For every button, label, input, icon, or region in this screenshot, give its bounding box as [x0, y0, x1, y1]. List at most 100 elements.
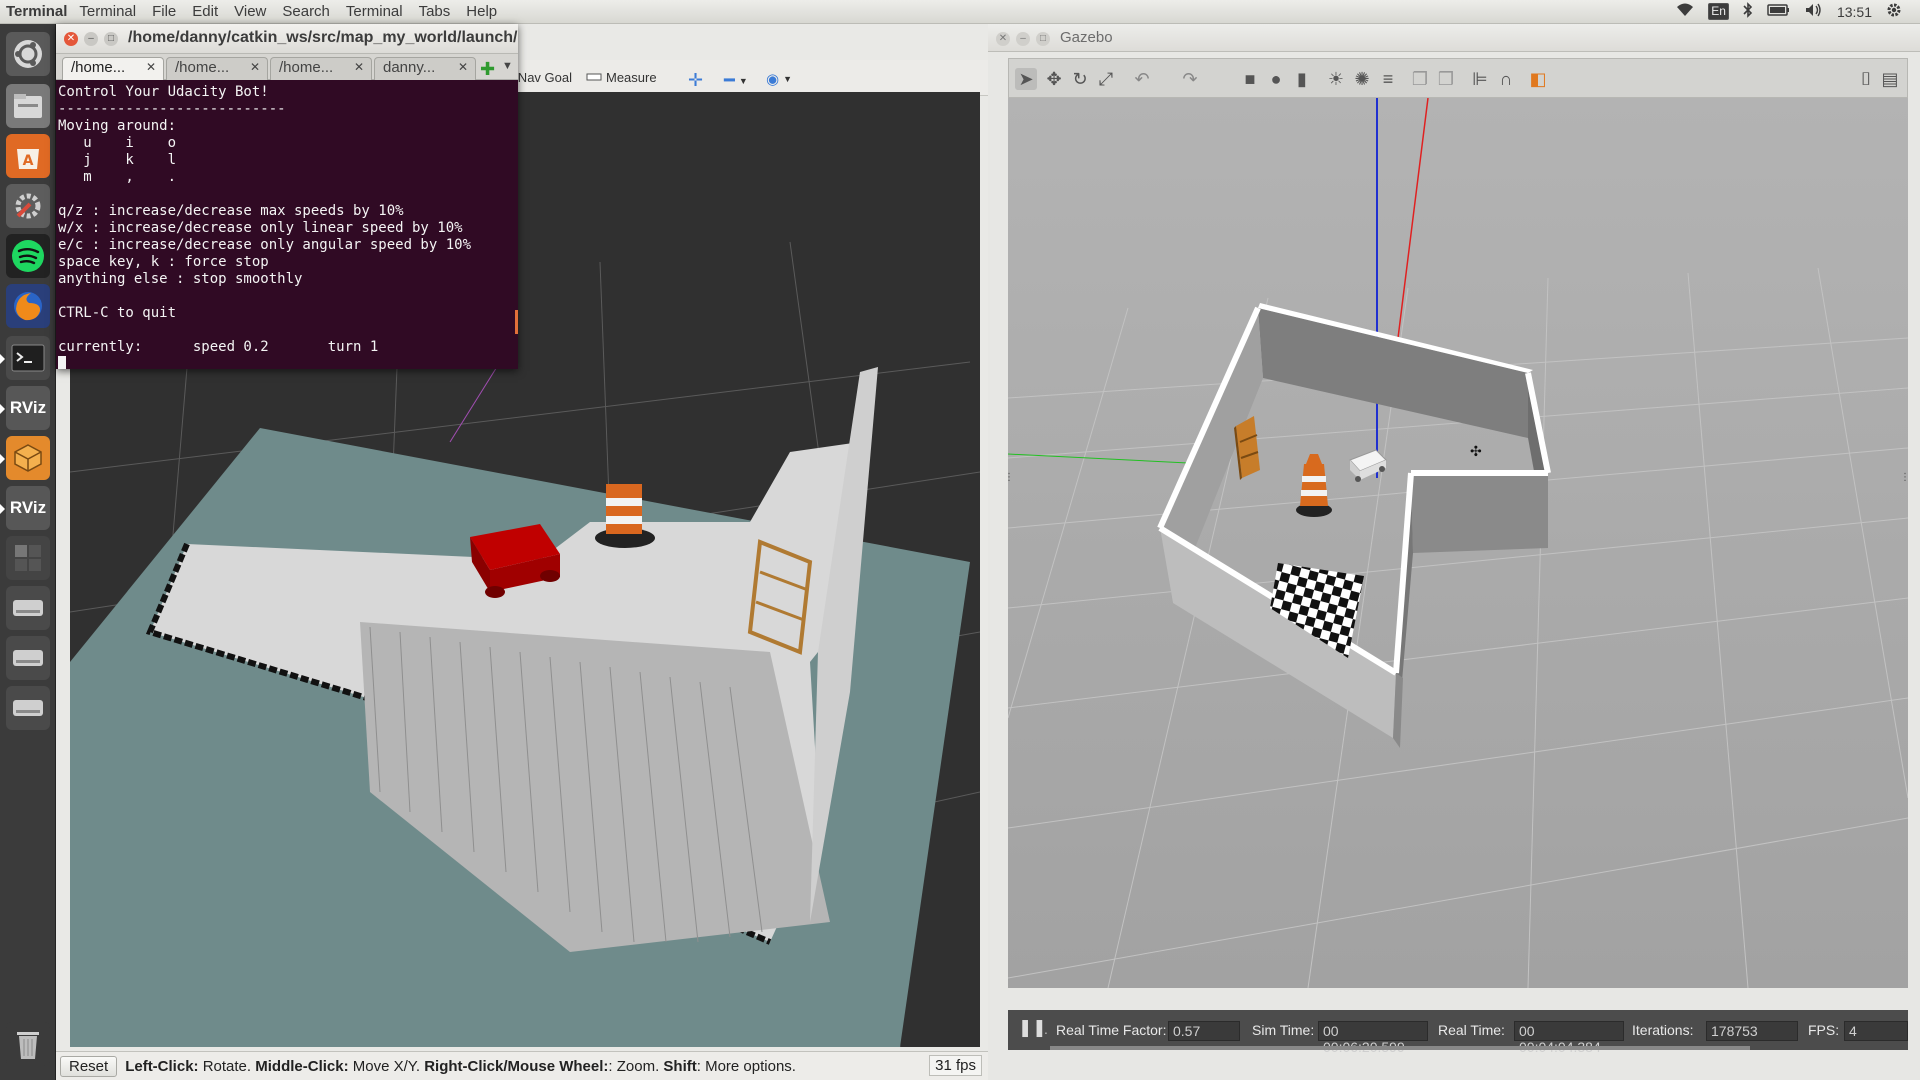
new-tab-icon[interactable]: ✚ — [480, 59, 495, 80]
terminal-tab[interactable]: /home... ✕ — [270, 57, 372, 80]
terminal-line: m , . — [58, 169, 177, 185]
terminal-icon[interactable] — [0, 336, 50, 380]
launcher: A RViz RViz — [0, 24, 56, 1080]
menu-terminal-2[interactable]: Terminal — [338, 3, 411, 20]
menu-file[interactable]: File — [144, 3, 184, 20]
drive-icon[interactable] — [6, 636, 50, 680]
cylinder-shape-icon[interactable]: ▮ — [1291, 68, 1313, 90]
menu-edit[interactable]: Edit — [184, 3, 226, 20]
sim-time-label: Sim Time: — [1252, 1022, 1315, 1038]
minimize-icon[interactable]: – — [84, 32, 98, 46]
bluetooth-icon[interactable] — [1743, 2, 1753, 21]
close-icon[interactable]: ✕ — [64, 32, 78, 46]
ubuntu-logo-icon[interactable] — [6, 32, 50, 76]
snap-icon[interactable]: ∩ — [1495, 68, 1517, 90]
log-icon[interactable]: ▤ — [1879, 68, 1901, 90]
rotate-icon[interactable]: ↻ — [1069, 68, 1091, 90]
battery-icon[interactable] — [1767, 3, 1791, 20]
minimize-icon[interactable]: – — [1016, 32, 1030, 46]
add-tool-button[interactable]: ✛ — [688, 70, 703, 91]
terminal-line: Moving around: — [58, 118, 177, 134]
maximize-icon[interactable]: □ — [1036, 32, 1050, 46]
redo-icon[interactable]: ↷ — [1179, 68, 1201, 90]
drive-icon[interactable] — [6, 586, 50, 630]
middle-click-desc: Move X/Y. — [352, 1057, 421, 1075]
tab-list-chevron-icon[interactable]: ▼ — [502, 60, 513, 72]
terminal-tab[interactable]: /home... ✕ — [62, 57, 164, 80]
terminal-tab[interactable]: danny... ✕ — [374, 57, 476, 80]
view-tool-button[interactable]: ◉ ▼ — [766, 70, 792, 88]
maximize-icon[interactable]: □ — [104, 32, 118, 46]
menu-terminal[interactable]: Terminal — [71, 3, 144, 20]
align-icon[interactable]: ⊫ — [1469, 68, 1491, 90]
scale-icon[interactable]: ⤢ — [1095, 68, 1117, 90]
pause-icon[interactable]: ❚❚ — [1018, 1018, 1047, 1038]
software-center-icon[interactable]: A — [6, 134, 50, 178]
reset-button[interactable]: Reset — [60, 1055, 118, 1077]
gazebo-3d-view[interactable]: ✣ ⋮ ⋮ — [1008, 98, 1908, 988]
screenshot-icon[interactable]: ⌷ — [1855, 68, 1877, 90]
sim-time-value: 00 00:06:20.599 — [1318, 1021, 1428, 1055]
right-panel-handle-icon[interactable]: ⋮ — [1900, 472, 1908, 483]
spotify-icon[interactable] — [6, 234, 50, 278]
left-click-desc: Rotate. — [202, 1057, 252, 1075]
workspace-icon[interactable] — [6, 536, 50, 580]
keyboard-layout-indicator[interactable]: En — [1708, 3, 1729, 20]
firefox-icon[interactable] — [6, 284, 50, 328]
terminal-line: w/x : increase/decrease only linear spee… — [58, 220, 463, 236]
right-click-desc: : Zoom. — [608, 1057, 660, 1075]
close-icon[interactable]: ✕ — [458, 60, 468, 74]
menu-tabs[interactable]: Tabs — [411, 3, 459, 20]
menu-help[interactable]: Help — [458, 3, 505, 20]
menu-search[interactable]: Search — [274, 3, 338, 20]
box-shape-icon[interactable]: ■ — [1239, 68, 1261, 90]
remove-tool-button[interactable]: ━ ▼ — [724, 70, 748, 91]
fps-value: 4 — [1844, 1021, 1908, 1041]
menu-view[interactable]: View — [226, 3, 274, 20]
terminal-tab[interactable]: /home... ✕ — [166, 57, 268, 80]
terminal-output[interactable]: Control Your Udacity Bot! ---------------… — [56, 80, 518, 369]
files-icon[interactable] — [6, 84, 50, 128]
terminal-line: space key, k : force stop — [58, 254, 269, 270]
close-icon[interactable]: ✕ — [354, 60, 364, 74]
chevron-down-icon: ▼ — [783, 74, 793, 84]
volume-icon[interactable] — [1805, 3, 1823, 20]
drive-icon[interactable] — [6, 686, 50, 730]
tab-label: danny... — [383, 59, 436, 76]
step-icon[interactable]: . — [1044, 1021, 1048, 1037]
rviz-icon[interactable]: RViz — [0, 486, 50, 530]
gear-icon[interactable] — [1886, 2, 1902, 21]
terminal-line: CTRL-C to quit — [58, 305, 177, 321]
paste-icon[interactable]: ❒ — [1435, 68, 1457, 90]
gazebo-icon[interactable] — [0, 436, 50, 480]
point-light-icon[interactable]: ☀ — [1325, 68, 1347, 90]
sphere-shape-icon[interactable]: ● — [1265, 68, 1287, 90]
terminal-title: /home/danny/catkin_ws/src/map_my_world/l… — [128, 29, 518, 46]
directional-light-icon[interactable]: ≡ — [1377, 68, 1399, 90]
close-icon[interactable]: ✕ — [146, 60, 156, 74]
translate-icon[interactable]: ✥ — [1043, 68, 1065, 90]
fps-label: FPS: — [1808, 1022, 1840, 1038]
close-icon[interactable]: ✕ — [996, 32, 1010, 46]
terminal-scrollbar[interactable] — [515, 310, 518, 334]
minus-icon: ━ — [724, 70, 735, 90]
system-settings-icon[interactable] — [6, 184, 50, 228]
svg-text:A: A — [23, 153, 34, 169]
left-panel-handle-icon[interactable]: ⋮ — [1008, 472, 1014, 483]
measure-label: Measure — [606, 70, 657, 85]
rviz-icon[interactable]: RViz — [0, 386, 50, 430]
change-view-icon[interactable]: ◧ — [1527, 68, 1549, 90]
desktop: Terminal Terminal File Edit View Search … — [0, 0, 1920, 1080]
top-panel: Terminal Terminal File Edit View Search … — [0, 0, 1920, 24]
clock[interactable]: 13:51 — [1837, 4, 1872, 20]
copy-icon[interactable]: ❐ — [1409, 68, 1431, 90]
spot-light-icon[interactable]: ✺ — [1351, 68, 1373, 90]
gazebo-horizontal-scrollbar[interactable] — [1050, 1046, 1750, 1050]
select-arrow-icon[interactable]: ➤ — [1015, 68, 1037, 90]
wifi-icon[interactable] — [1676, 3, 1694, 20]
close-icon[interactable]: ✕ — [250, 60, 260, 74]
trash-icon[interactable] — [6, 1022, 50, 1066]
measure-tool[interactable]: Measure — [586, 70, 657, 85]
undo-icon[interactable]: ↶ — [1131, 68, 1153, 90]
